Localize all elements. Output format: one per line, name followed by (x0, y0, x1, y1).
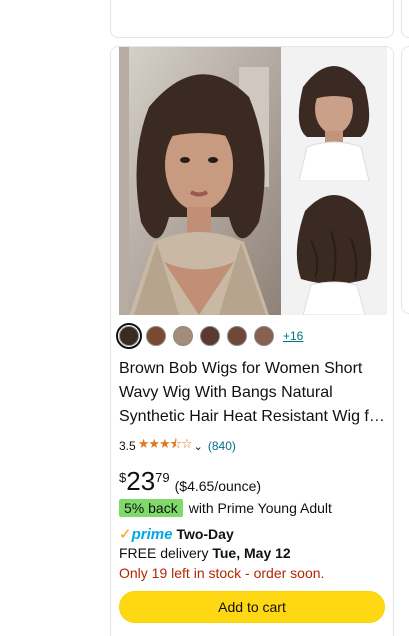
delivery-prefix: FREE delivery (119, 545, 213, 561)
add-to-cart-button[interactable]: Add to cart (119, 591, 385, 623)
cashback-offer: 5% back with Prime Young Adult (119, 499, 332, 517)
color-swatch[interactable] (254, 326, 274, 346)
color-swatch[interactable] (146, 326, 166, 346)
prime-badge: ✓ prime Two-Day (119, 525, 234, 544)
color-swatch[interactable] (173, 326, 193, 346)
color-swatch[interactable] (227, 326, 247, 346)
adjacent-card-edge (401, 46, 409, 314)
cashback-text: with Prime Young Adult (188, 500, 332, 516)
price[interactable]: $ 23 79 ($4.65/ounce) (119, 467, 261, 495)
product-card: +16 Brown Bob Wigs for Women Short Wavy … (110, 46, 394, 636)
product-side-image-front[interactable] (281, 47, 387, 181)
rating-value: 3.5 (119, 439, 136, 453)
rating-row: 3.5 ★★★⯪☆ ⌄ (840) (119, 435, 236, 457)
delivery-date: Tue, May 12 (212, 545, 291, 561)
product-image-gallery[interactable] (119, 47, 387, 315)
cashback-badge: 5% back (119, 499, 183, 517)
prime-speed: Two-Day (176, 526, 234, 542)
star-rating-icon[interactable]: ★★★⯪☆ (138, 435, 193, 457)
prime-logo: prime (131, 525, 173, 543)
product-title[interactable]: Brown Bob Wigs for Women Short Wavy Wig … (119, 357, 387, 429)
prime-check-icon: ✓ (119, 526, 132, 543)
color-swatch[interactable] (200, 326, 220, 346)
stock-warning: Only 19 left in stock - order soon. (119, 565, 325, 581)
rating-count-link[interactable]: (840) (208, 439, 236, 453)
color-swatch[interactable] (116, 323, 142, 349)
product-main-image[interactable] (119, 47, 281, 315)
adjacent-card-edge (401, 0, 409, 38)
price-fraction: 79 (155, 470, 170, 485)
price-symbol: $ (119, 470, 127, 485)
price-whole: 23 (126, 466, 156, 496)
previous-product-card (110, 0, 394, 38)
more-colors-link[interactable]: +16 (283, 329, 303, 343)
chevron-down-icon[interactable]: ⌄ (194, 440, 203, 453)
delivery-info: FREE delivery Tue, May 12 (119, 545, 291, 561)
product-side-image-back[interactable] (281, 181, 387, 315)
unit-price: ($4.65/ounce) (174, 478, 262, 494)
color-swatches: +16 (116, 323, 303, 349)
